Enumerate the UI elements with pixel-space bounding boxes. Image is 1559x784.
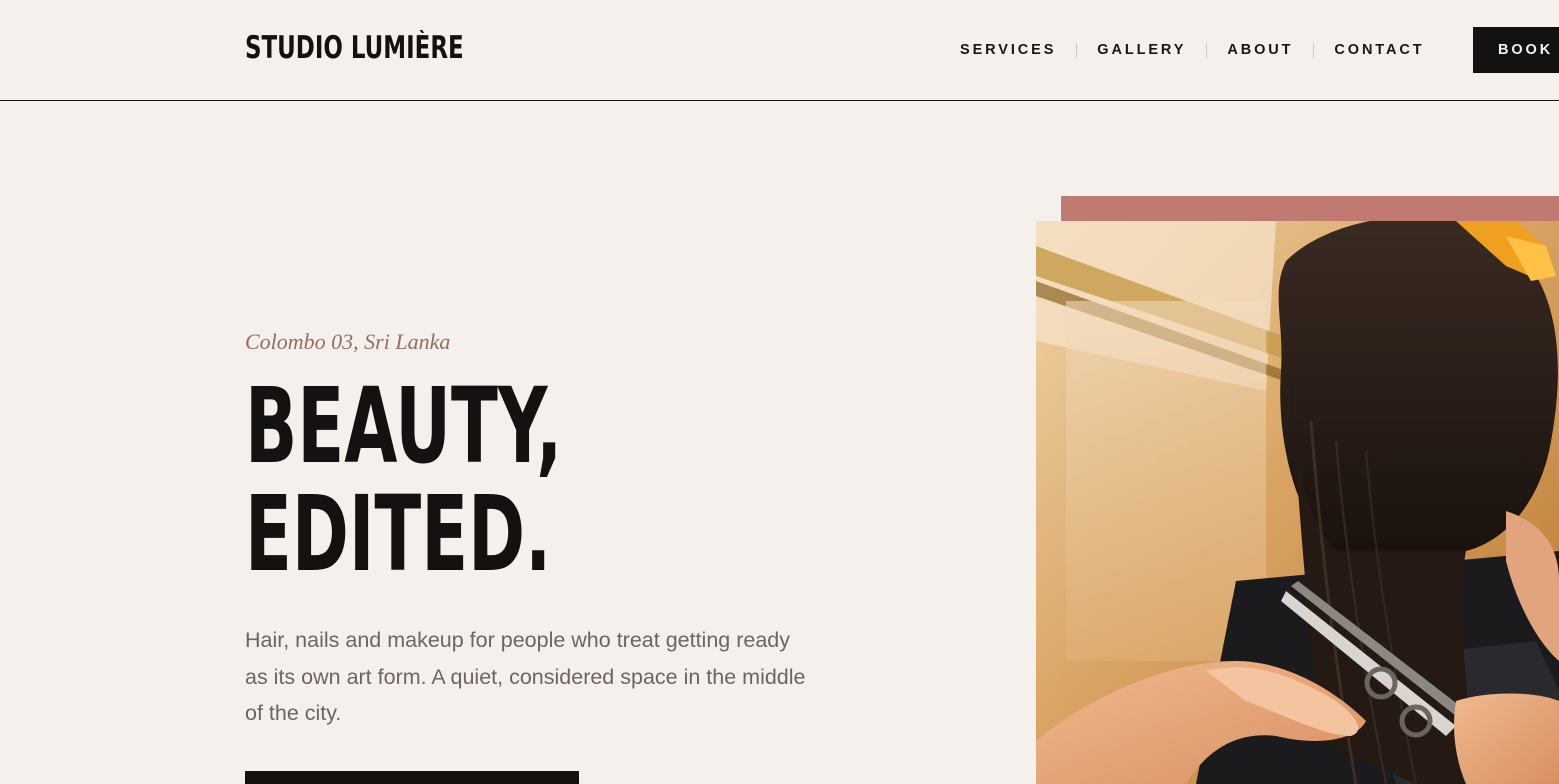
- page: STUDIO LUMIÈRE SERVICES GALLERY ABOUT CO…: [0, 0, 1559, 784]
- nav-link-about[interactable]: ABOUT: [1227, 42, 1293, 58]
- book-button[interactable]: BOOK: [1473, 27, 1559, 73]
- nav-link-gallery[interactable]: GALLERY: [1097, 42, 1186, 58]
- nav-divider: [1313, 42, 1315, 58]
- site-header: STUDIO LUMIÈRE SERVICES GALLERY ABOUT CO…: [0, 0, 1559, 101]
- hero-cta-button[interactable]: [245, 771, 579, 784]
- accent-block: [1061, 196, 1559, 222]
- nav-link-services[interactable]: SERVICES: [960, 42, 1056, 58]
- main-nav: SERVICES GALLERY ABOUT CONTACT: [960, 38, 1425, 62]
- hero-photo: [1036, 221, 1559, 784]
- hero-description: Hair, nails and makeup for people who tr…: [245, 628, 806, 725]
- hero-headline: BEAUTY, EDITED.: [245, 372, 562, 588]
- location-eyebrow: Colombo 03, Sri Lanka: [245, 329, 451, 354]
- nav-link-contact[interactable]: CONTACT: [1334, 42, 1424, 58]
- brand-logo[interactable]: STUDIO LUMIÈRE: [245, 28, 464, 68]
- nav-divider: [1076, 42, 1078, 58]
- nav-divider: [1206, 42, 1208, 58]
- headline-line-2: EDITED.: [245, 473, 552, 595]
- headline-line-1: BEAUTY,: [245, 365, 563, 487]
